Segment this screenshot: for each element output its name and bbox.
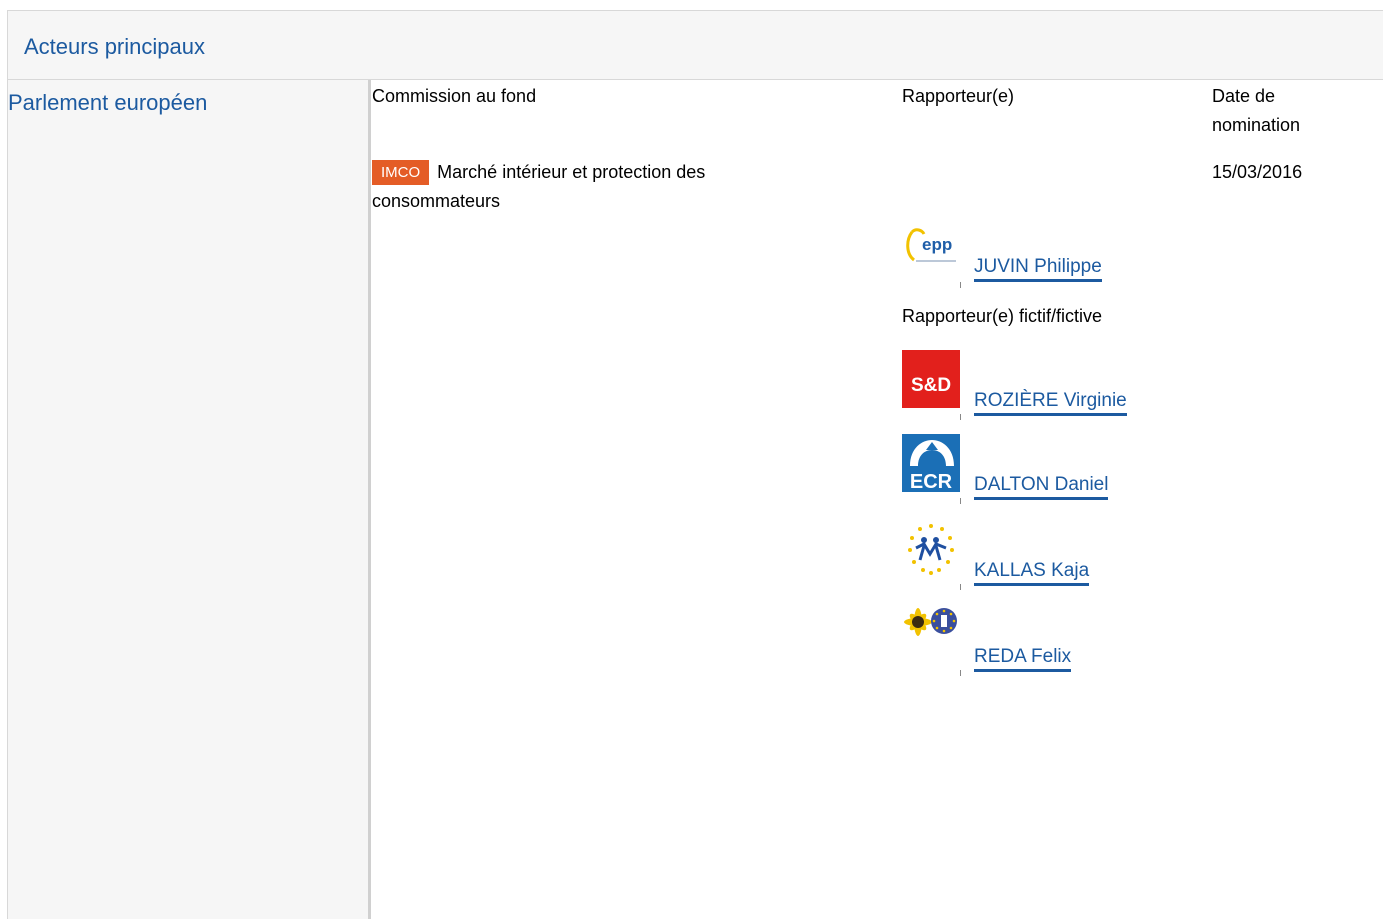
shadow-rapporteur-label: Rapporteur(e) fictif/fictive — [902, 306, 1103, 326]
svg-text:S&D: S&D — [911, 375, 951, 396]
shadow-rapporteur-link[interactable]: REDA Felix — [974, 646, 1072, 672]
shadow-rapporteur-entry: REDA Felix — [902, 606, 1202, 676]
svg-text:ECR: ECR — [910, 471, 953, 492]
section-header: Acteurs principaux — [7, 10, 1383, 80]
shadow-rapporteur-entry: S&D ROZIÈRE Virginie — [902, 350, 1202, 420]
column-header-committee: Commission au fond — [372, 86, 537, 106]
institution-name: Parlement européen — [8, 90, 208, 115]
logo-divider — [960, 498, 961, 504]
logo-divider — [960, 414, 961, 420]
logo-divider — [960, 282, 961, 288]
epp-logo-icon: epp — [902, 218, 960, 276]
shadow-rapporteur-entry: ECR DALTON Daniel — [902, 434, 1202, 504]
page: Acteurs principaux Parlement européen Co… — [0, 0, 1383, 919]
shadow-rapporteur-entry: KALLAS Kaja — [902, 520, 1202, 590]
column-header-date: Date de nomination — [1212, 86, 1301, 135]
alde-logo-icon — [902, 520, 960, 578]
institution-column: Parlement européen — [7, 80, 371, 919]
nomination-date: 15/03/2016 — [1212, 162, 1303, 182]
svg-text:epp: epp — [922, 235, 952, 254]
shadow-rapporteur-link[interactable]: DALTON Daniel — [974, 474, 1109, 500]
rapporteur-entry: epp JUVIN Philippe — [902, 218, 1202, 288]
shadow-rapporteur-link[interactable]: KALLAS Kaja — [974, 560, 1090, 586]
logo-divider — [960, 670, 961, 676]
rapporteur-link[interactable]: JUVIN Philippe — [974, 256, 1102, 282]
section-title: Acteurs principaux — [24, 34, 205, 59]
column-header-rapporteur: Rapporteur(e) — [902, 86, 1015, 106]
ecr-logo-icon: ECR — [902, 434, 960, 492]
shadow-rapporteur-link[interactable]: ROZIÈRE Virginie — [974, 390, 1127, 416]
committee-entry: IMCO Marché intérieur et protection des c… — [372, 158, 832, 216]
logo-divider — [960, 584, 961, 590]
s-and-d-logo-icon: S&D — [902, 350, 960, 408]
greens-efa-logo-icon — [902, 606, 960, 664]
committee-badge: IMCO — [372, 160, 430, 185]
